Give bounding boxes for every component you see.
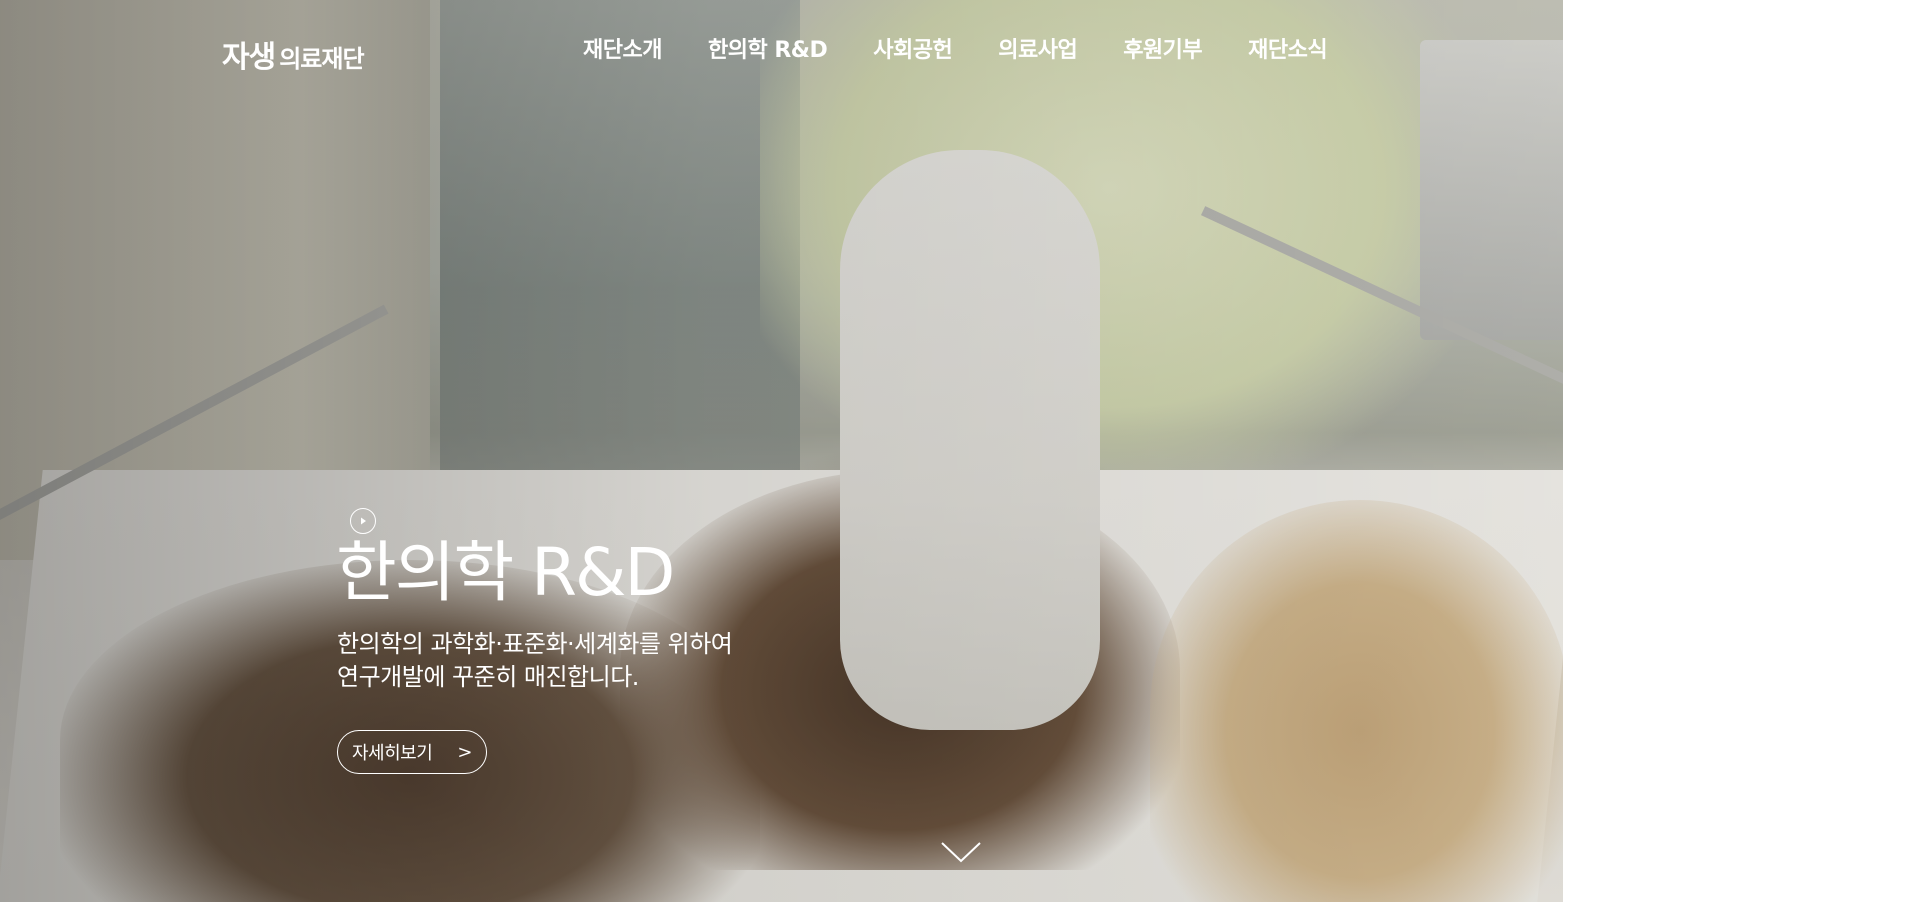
nav-item-donation[interactable]: 후원기부 — [1100, 33, 1225, 69]
logo-sub: 의료재단 — [279, 45, 364, 73]
more-button[interactable]: 자세히보기 > — [337, 730, 487, 774]
nav-item-rnd[interactable]: 한의학 R&D — [685, 33, 850, 69]
play-icon — [361, 517, 366, 525]
hero-title: 한의학 R&D — [336, 534, 675, 611]
hero-section: 자생 의료재단 재단소개 한의학 R&D 사회공헌 의료사업 후원기부 재단소식… — [0, 0, 1563, 902]
play-button[interactable] — [350, 508, 376, 534]
site-header: 자생 의료재단 재단소개 한의학 R&D 사회공헌 의료사업 후원기부 재단소식 — [0, 0, 1563, 104]
nav-item-medical[interactable]: 의료사업 — [975, 33, 1100, 69]
recruit-button[interactable]: 인재채용 — [1590, 30, 1690, 68]
hero-description: 한의학의 과학화·표준화·세계화를 위하여 연구개발에 꾸준히 매진합니다. — [337, 628, 733, 694]
logo-mark: 자생 — [222, 40, 276, 75]
hero-description-line-2: 연구개발에 꾸준히 매진합니다. — [337, 663, 639, 691]
nav-item-news[interactable]: 재단소식 — [1225, 33, 1350, 69]
more-button-arrow-icon: > — [457, 741, 472, 763]
hero-description-line-1: 한의학의 과학화·표준화·세계화를 위하여 — [337, 630, 733, 658]
site-logo[interactable]: 자생 의료재단 — [222, 32, 365, 75]
hero-overlay — [0, 0, 1563, 902]
chevron-down-icon[interactable] — [940, 840, 982, 864]
main-nav: 재단소개 한의학 R&D 사회공헌 의료사업 후원기부 재단소식 — [560, 33, 1350, 69]
more-button-label: 자세히보기 — [352, 743, 433, 764]
nav-item-social[interactable]: 사회공헌 — [850, 33, 975, 69]
nav-item-about[interactable]: 재단소개 — [560, 33, 685, 69]
